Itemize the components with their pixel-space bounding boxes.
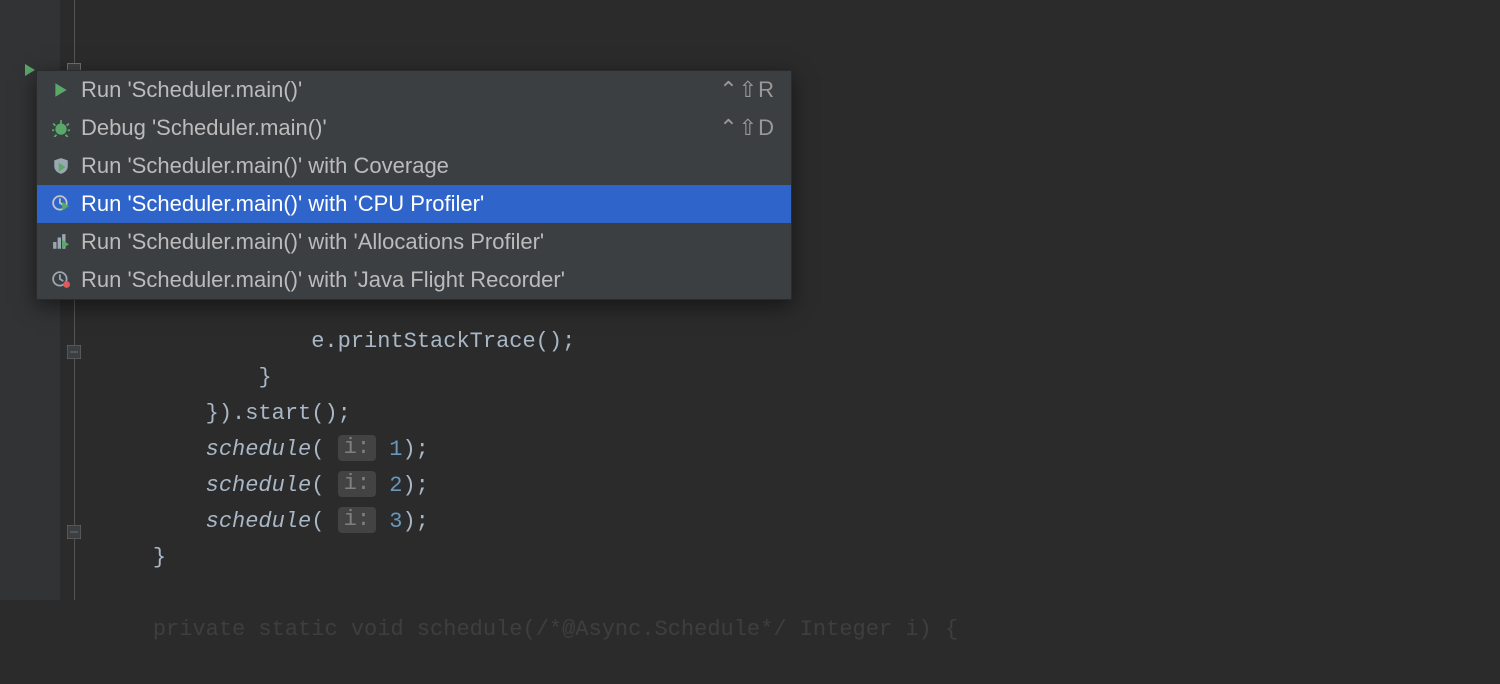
code-call: schedule bbox=[206, 473, 312, 498]
run-context-menu: Run 'Scheduler.main()' ⌃⇧R Debug 'Schedu… bbox=[36, 70, 792, 300]
code-literal: 3 bbox=[389, 509, 402, 534]
bars-run-icon bbox=[47, 233, 75, 251]
menu-item-coverage[interactable]: Run 'Scheduler.main()' with Coverage bbox=[37, 147, 791, 185]
menu-label: Run 'Scheduler.main()' with Coverage bbox=[75, 153, 775, 179]
menu-item-cpu-profiler[interactable]: Run 'Scheduler.main()' with 'CPU Profile… bbox=[37, 185, 791, 223]
code-literal: 2 bbox=[389, 473, 402, 498]
fold-handle[interactable] bbox=[66, 344, 82, 360]
code-text: e.printStackTrace(); bbox=[311, 329, 575, 354]
param-hint: i: bbox=[338, 435, 376, 461]
code-call: schedule bbox=[206, 509, 312, 534]
menu-label: Run 'Scheduler.main()' bbox=[75, 77, 719, 103]
clock-run-icon bbox=[47, 195, 75, 213]
run-icon bbox=[47, 81, 75, 99]
code-editor[interactable]: public static void main(String[] args) {… bbox=[0, 0, 1500, 600]
menu-label: Debug 'Scheduler.main()' bbox=[75, 115, 719, 141]
code-text: }).start(); bbox=[206, 401, 351, 426]
bug-icon bbox=[47, 119, 75, 137]
code-text: } bbox=[153, 545, 166, 570]
menu-label: Run 'Scheduler.main()' with 'Java Flight… bbox=[75, 267, 775, 293]
menu-item-run[interactable]: Run 'Scheduler.main()' ⌃⇧R bbox=[37, 71, 791, 109]
code-literal: 1 bbox=[389, 437, 402, 462]
menu-shortcut: ⌃⇧D bbox=[719, 115, 775, 141]
code-text: private static void bbox=[153, 617, 417, 642]
code-text: } bbox=[258, 365, 271, 390]
menu-item-jfr[interactable]: Run 'Scheduler.main()' with 'Java Flight… bbox=[37, 261, 791, 299]
param-hint: i: bbox=[338, 507, 376, 533]
shield-run-icon bbox=[47, 157, 75, 175]
code-call: schedule bbox=[206, 437, 312, 462]
menu-label: Run 'Scheduler.main()' with 'CPU Profile… bbox=[75, 191, 775, 217]
clock-record-icon bbox=[47, 271, 75, 289]
menu-shortcut: ⌃⇧R bbox=[719, 77, 775, 103]
param-hint: i: bbox=[338, 471, 376, 497]
menu-item-allocations-profiler[interactable]: Run 'Scheduler.main()' with 'Allocations… bbox=[37, 223, 791, 261]
fold-handle[interactable] bbox=[66, 524, 82, 540]
menu-item-debug[interactable]: Debug 'Scheduler.main()' ⌃⇧D bbox=[37, 109, 791, 147]
menu-label: Run 'Scheduler.main()' with 'Allocations… bbox=[75, 229, 775, 255]
